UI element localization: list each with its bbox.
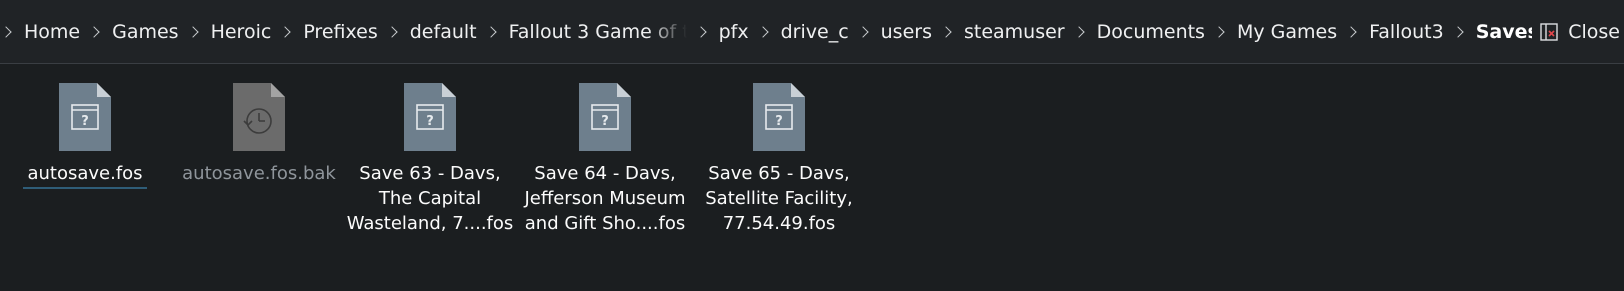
file-item[interactable]: ? autosave.fos <box>0 65 170 189</box>
file-name: Save 65 - Davs, Satellite Facility, 77.5… <box>705 161 853 236</box>
svg-text:?: ? <box>601 114 609 129</box>
breadcrumb-item-fallout3[interactable]: Fallout3 <box>1369 21 1444 43</box>
breadcrumb-item-users[interactable]: users <box>881 21 932 43</box>
svg-text:?: ? <box>775 114 783 129</box>
breadcrumb: Home Games Heroic Prefixes default Fallo… <box>0 0 1532 64</box>
chevron-right-icon[interactable] <box>1345 25 1357 38</box>
file-name-line: and Gift Sho....fos <box>524 213 686 234</box>
breadcrumb-item-fallout3-goty[interactable]: Fallout 3 Game of th <box>509 21 687 43</box>
breadcrumb-item-prefixes[interactable]: Prefixes <box>303 21 377 43</box>
file-item[interactable]: ? Save 65 - Davs, Satellite Facility, 77… <box>694 65 864 236</box>
unknown-file-icon: ? <box>753 83 805 151</box>
chevron-right-icon[interactable] <box>756 25 769 38</box>
chevron-right-icon[interactable] <box>1072 25 1085 38</box>
close-button-label: Close <box>1568 20 1620 43</box>
file-name: Save 64 - Davs, Jefferson Museum and Gif… <box>524 161 685 236</box>
file-name-line: 77.54.49.fos <box>722 213 836 234</box>
file-name-line: Save 64 - Davs, <box>534 163 676 184</box>
unknown-file-icon: ? <box>579 83 631 151</box>
chevron-right-icon[interactable] <box>0 25 12 38</box>
breadcrumb-item-steamuser[interactable]: steamuser <box>964 21 1065 43</box>
chevron-right-icon[interactable] <box>386 25 398 38</box>
chevron-right-icon[interactable] <box>694 25 707 38</box>
chevron-right-icon[interactable] <box>88 25 100 38</box>
chevron-right-icon[interactable] <box>1213 25 1225 38</box>
chevron-right-icon[interactable] <box>856 25 869 38</box>
breadcrumb-item-drive-c[interactable]: drive_c <box>781 21 849 43</box>
file-name-line: autosave.fos <box>27 163 143 184</box>
breadcrumb-item-pfx[interactable]: pfx <box>719 21 749 43</box>
svg-text:?: ? <box>426 114 434 129</box>
file-item[interactable]: ? Save 64 - Davs, Jefferson Museum and G… <box>520 65 690 236</box>
unknown-file-icon: ? <box>404 83 456 151</box>
file-name-line: The Capital <box>378 188 482 209</box>
chevron-right-icon[interactable] <box>1452 25 1464 38</box>
breadcrumb-item-games[interactable]: Games <box>112 21 178 43</box>
chevron-right-icon[interactable] <box>279 25 291 38</box>
breadcrumb-item-current[interactable]: Saves <box>1476 21 1533 43</box>
file-grid: ? autosave.fos autosave.fos.bak ? Save 6… <box>0 65 1624 291</box>
file-name: autosave.fos <box>23 161 147 189</box>
unknown-file-icon: ? <box>59 83 111 151</box>
close-button[interactable]: Close <box>1532 12 1624 52</box>
file-item[interactable]: ? Save 63 - Davs, The Capital Wasteland,… <box>345 65 515 236</box>
file-name-line: autosave.fos.bak <box>182 163 336 184</box>
file-name: Save 63 - Davs, The Capital Wasteland, 7… <box>347 161 514 236</box>
chevron-right-icon[interactable] <box>484 25 497 38</box>
file-name-line: Save 65 - Davs, <box>708 163 850 184</box>
file-name-line: Wasteland, 7....fos <box>346 213 514 234</box>
chevron-right-icon[interactable] <box>186 25 199 38</box>
file-name-line: Jefferson Museum <box>524 188 686 209</box>
chevron-right-icon[interactable] <box>940 25 952 38</box>
file-name-line: Satellite Facility, <box>705 188 853 209</box>
svg-text:?: ? <box>81 114 89 129</box>
breadcrumb-item-home[interactable]: Home <box>24 21 80 43</box>
breadcrumb-item-my-games[interactable]: My Games <box>1237 21 1337 43</box>
file-name: autosave.fos.bak <box>182 161 336 186</box>
close-panel-icon <box>1540 22 1558 41</box>
breadcrumb-item-documents[interactable]: Documents <box>1097 21 1205 43</box>
navigation-toolbar: Home Games Heroic Prefixes default Fallo… <box>0 0 1624 64</box>
file-name-line: Save 63 - Davs, <box>359 163 501 184</box>
breadcrumb-item-heroic[interactable]: Heroic <box>211 21 272 43</box>
backup-file-icon <box>233 83 285 151</box>
file-item[interactable]: autosave.fos.bak <box>174 65 344 186</box>
breadcrumb-item-default[interactable]: default <box>410 21 477 43</box>
